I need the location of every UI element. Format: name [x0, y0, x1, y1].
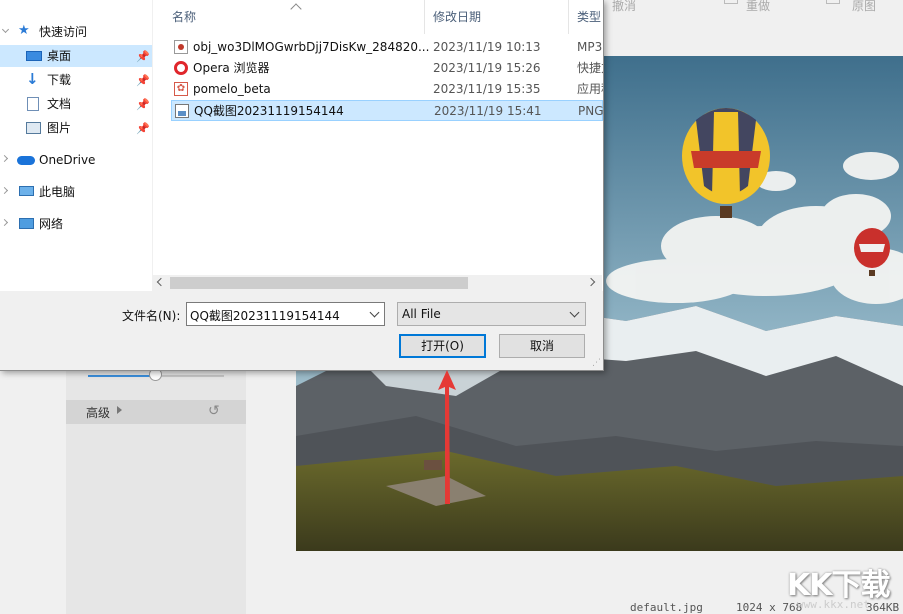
file-type: 快捷方式 [577, 61, 603, 75]
refresh-icon[interactable]: ↺ [208, 404, 220, 418]
pin-icon[interactable]: 📌 [136, 70, 150, 92]
status-filename: default.jpg [630, 601, 703, 614]
navigation-pane[interactable]: ★ 快速访问 桌面 📌 ↓ 下载 📌 文档 📌 图片 📌 OneDrive 此电… [0, 0, 152, 291]
column-header-date[interactable]: 修改日期 [433, 0, 481, 34]
pin-icon[interactable]: 📌 [136, 94, 150, 116]
resize-grip-icon[interactable]: ⋰ [592, 359, 601, 368]
nav-item-label: 图片 [47, 121, 72, 135]
nav-quick-access-label: 快速访问 [39, 25, 88, 39]
filename-input[interactable]: QQ截图20231119154144 [186, 302, 385, 326]
star-icon: ★ [18, 23, 30, 38]
chevron-right-icon[interactable] [0, 186, 9, 195]
filetype-value: All File [402, 307, 441, 321]
original-label[interactable]: 原图 [852, 0, 876, 14]
nav-item-this-pc[interactable]: 此电脑 [0, 181, 152, 203]
nav-item-label: 桌面 [47, 49, 72, 63]
file-row-selected[interactable]: QQ截图20231119154144 2023/11/19 15:41 PNG [171, 100, 604, 121]
column-divider[interactable] [568, 0, 569, 34]
chevron-right-icon[interactable] [0, 218, 9, 227]
computer-icon [19, 186, 34, 196]
filename-label: 文件名(N): [122, 309, 181, 323]
file-name: pomelo_beta [193, 82, 271, 96]
file-list-pane[interactable]: 名称 修改日期 类型 obj_wo3DlMOGwrbDjj7DisKw_2848… [152, 0, 604, 291]
network-icon [19, 218, 34, 229]
picture-icon [26, 122, 41, 134]
original-icon [826, 0, 840, 4]
advanced-label: 高级 [86, 406, 111, 420]
file-date: 2023/11/19 15:35 [433, 82, 541, 96]
file-row[interactable]: ✿ pomelo_beta 2023/11/19 15:35 应用程序 [171, 79, 603, 100]
opera-icon [174, 61, 188, 75]
file-name: QQ截图20231119154144 [194, 104, 344, 118]
audio-file-icon [174, 40, 188, 54]
nav-item-label: 下载 [47, 73, 72, 87]
filename-value: QQ截图20231119154144 [190, 309, 340, 323]
chevron-down-icon [569, 307, 580, 318]
nav-item-desktop[interactable]: 桌面 📌 [0, 45, 152, 67]
sort-up-icon [290, 3, 302, 15]
nav-item-label: 文档 [47, 97, 72, 111]
image-file-icon [175, 104, 189, 118]
file-type: PNG [578, 104, 604, 118]
nav-item-downloads[interactable]: ↓ 下载 📌 [0, 69, 152, 91]
file-row[interactable]: obj_wo3DlMOGwrbDjj7DisKw_284820... 2023/… [171, 37, 603, 58]
file-date: 2023/11/19 15:41 [434, 104, 542, 118]
nav-item-label: 此电脑 [39, 185, 76, 199]
column-divider[interactable] [424, 0, 425, 34]
file-open-dialog: ★ 快速访问 桌面 📌 ↓ 下载 📌 文档 📌 图片 📌 OneDrive 此电… [0, 0, 604, 371]
file-name: obj_wo3DlMOGwrbDjj7DisKw_284820... [193, 40, 430, 54]
scroll-right-icon[interactable] [586, 277, 596, 287]
cloud-icon [17, 156, 35, 165]
nav-item-pictures[interactable]: 图片 📌 [0, 117, 152, 139]
file-row[interactable]: Opera 浏览器 2023/11/19 15:26 快捷方式 [171, 58, 603, 79]
undo-label[interactable]: 撤消 [612, 0, 636, 14]
nav-item-onedrive[interactable]: OneDrive [0, 149, 152, 171]
pin-icon[interactable]: 📌 [136, 46, 150, 68]
nav-item-network[interactable]: 网络 [0, 213, 152, 235]
redo-icon [724, 0, 738, 4]
document-icon [27, 97, 39, 111]
chevron-down-icon[interactable] [369, 307, 380, 318]
scrollbar-thumb[interactable] [170, 277, 468, 289]
redo-label[interactable]: 重做 [746, 0, 770, 14]
filetype-select[interactable]: All File [397, 302, 586, 326]
open-button[interactable]: 打开(O) [399, 334, 486, 358]
chevron-right-icon [117, 406, 122, 414]
file-type: MP3 [577, 40, 603, 54]
scroll-left-icon[interactable] [156, 277, 166, 287]
column-header-name[interactable]: 名称 [172, 0, 196, 34]
file-date: 2023/11/19 10:13 [433, 40, 541, 54]
chevron-right-icon[interactable] [0, 154, 9, 163]
annotation-arrow-icon [438, 370, 456, 504]
nav-item-label: OneDrive [39, 153, 96, 167]
desktop-icon [26, 51, 42, 61]
nav-quick-access[interactable]: ★ 快速访问 [0, 21, 152, 43]
column-header-type[interactable]: 类型 [577, 0, 601, 34]
horizontal-scrollbar[interactable] [152, 275, 602, 291]
download-arrow-icon: ↓ [26, 70, 39, 88]
file-name: Opera 浏览器 [193, 61, 270, 75]
pin-icon[interactable]: 📌 [136, 118, 150, 140]
nav-item-documents[interactable]: 文档 📌 [0, 93, 152, 115]
file-date: 2023/11/19 15:26 [433, 61, 541, 75]
nav-item-label: 网络 [39, 217, 64, 231]
chevron-down-icon[interactable] [1, 25, 10, 34]
watermark-url: www.kkx.net [797, 598, 870, 611]
file-type: 应用程序 [577, 82, 603, 96]
app-gear-icon: ✿ [174, 82, 188, 96]
cancel-button[interactable]: 取消 [499, 334, 585, 358]
